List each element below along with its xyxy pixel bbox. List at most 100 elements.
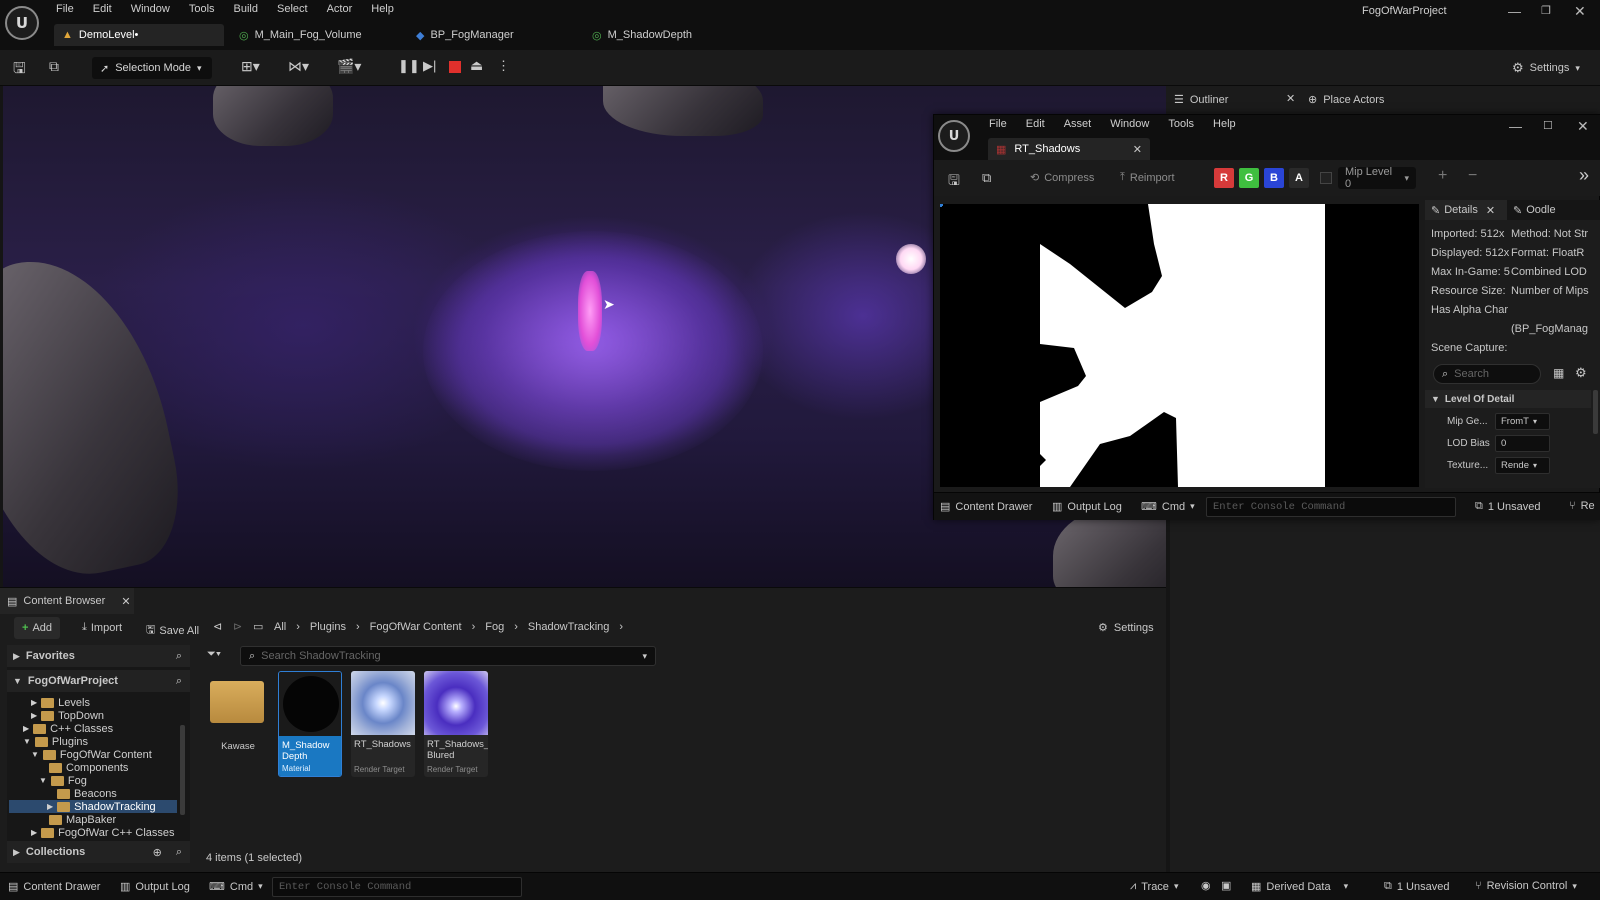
tree-item-fogofwar-cpp-classes[interactable]: ▶ FogOfWar C++ Classes <box>31 826 175 839</box>
texture-viewport[interactable] <box>940 204 1419 487</box>
search-icon[interactable]: ⌕ <box>176 846 182 859</box>
menu-actor[interactable]: Actor <box>327 3 353 15</box>
breadcrumb-item[interactable]: FogOfWar Content <box>370 621 462 633</box>
save-icon[interactable]: 🖫 <box>13 58 26 83</box>
maximize-icon[interactable]: ☐ <box>1543 119 1553 132</box>
tree-item-topdown[interactable]: ▶ TopDown <box>31 709 104 722</box>
gear-icon[interactable]: ⚙ <box>1575 365 1587 381</box>
minimize-icon[interactable]: — <box>1509 119 1522 134</box>
breadcrumb-item[interactable]: Plugins <box>310 621 346 633</box>
close-icon[interactable]: ✕ <box>1577 118 1589 135</box>
browse-icon[interactable]: ⧉ <box>49 58 59 75</box>
more-options-icon[interactable]: ⋮ <box>497 58 510 74</box>
tab-rt-shadows[interactable]: ▦ RT_Shadows ✕ <box>988 138 1150 160</box>
add-collection-icon[interactable]: ⊕ <box>153 846 162 859</box>
breadcrumb-item[interactable]: ShadowTracking <box>528 621 610 633</box>
mip-checkbox[interactable] <box>1320 172 1332 184</box>
menu-file[interactable]: File <box>989 118 1007 130</box>
close-tab-icon[interactable]: ✕ <box>1133 143 1142 156</box>
breadcrumb-item[interactable]: Fog <box>485 621 504 633</box>
cmd-dropdown[interactable]: ⌨ Cmd ▾ <box>1141 500 1195 514</box>
browse-icon[interactable]: ⧉ <box>982 170 991 186</box>
history-back-icon[interactable]: ⊲ <box>213 620 222 633</box>
zoom-in-icon[interactable]: + <box>1438 167 1447 185</box>
selection-mode-dropdown[interactable]: ➚ Selection Mode ▾ <box>92 57 212 79</box>
search-icon[interactable]: ⌕ <box>176 675 182 688</box>
compress-button[interactable]: ⟲ Compress <box>1030 171 1094 185</box>
details-search-input[interactable]: ⌕ Search <box>1433 364 1541 384</box>
revision-control-button[interactable]: ⑂ Re <box>1569 500 1595 512</box>
unsaved-button[interactable]: ⧉ 1 Unsaved <box>1384 880 1449 893</box>
trace-dropdown[interactable]: ⩘ Trace ▾ <box>1130 880 1178 893</box>
breadcrumb-item[interactable]: All <box>274 621 286 633</box>
texture-group-dropdown[interactable]: Rende ▾ <box>1495 456 1550 474</box>
save-icon[interactable]: 🖫 <box>948 170 960 194</box>
tree-item-mapbaker[interactable]: MapBaker <box>49 813 116 826</box>
collections-header[interactable]: ▶ Collections ⊕ ⌕ <box>7 841 190 863</box>
eject-icon[interactable]: ⏏ <box>470 57 483 74</box>
filter-icon[interactable]: ⏷▾ <box>207 648 221 661</box>
save-all-button[interactable]: 🖫 Save All <box>146 621 199 640</box>
add-actor-icon[interactable]: ⊞▾ <box>241 58 260 75</box>
settings-button[interactable]: ⚙ Settings ▾ <box>1512 60 1580 76</box>
step-icon[interactable]: ▶| <box>423 58 436 74</box>
console-command-input[interactable]: Enter Console Command <box>272 877 522 897</box>
reimport-button[interactable]: ⤒ Reimport <box>1120 171 1175 184</box>
project-root-header[interactable]: ▼ FogOfWarProject ⌕ <box>7 670 190 692</box>
zoom-out-icon[interactable]: − <box>1468 167 1477 185</box>
menu-help[interactable]: Help <box>371 3 394 15</box>
tree-scrollbar[interactable] <box>180 725 185 815</box>
output-log-button[interactable]: ▥ Output Log <box>120 880 190 894</box>
tab-outliner[interactable]: ☰ Outliner <box>1174 93 1304 107</box>
expand-toolbar-icon[interactable]: » <box>1579 165 1589 186</box>
channel-r-toggle[interactable]: R <box>1214 168 1234 188</box>
search-icon[interactable]: ⌕ <box>176 650 182 663</box>
asset-tile-rt-shadows[interactable]: RT_Shadows Render Target <box>351 671 415 777</box>
menu-tools[interactable]: Tools <box>189 3 215 15</box>
menu-select[interactable]: Select <box>277 3 308 15</box>
screenshot-icon[interactable]: ▣ <box>1221 879 1231 892</box>
menu-help[interactable]: Help <box>1213 118 1236 130</box>
tree-item-shadowtracking[interactable]: ▶ ShadowTracking <box>9 800 177 813</box>
tree-item-fogofwar-content[interactable]: ▼ FogOfWar Content <box>31 748 152 761</box>
channel-a-toggle[interactable]: A <box>1289 168 1309 188</box>
tree-item-cpp-classes[interactable]: ▶ C++ Classes <box>23 722 113 735</box>
content-browser-settings-button[interactable]: ⚙ Settings <box>1098 621 1154 635</box>
record-icon[interactable]: ◉ <box>1201 879 1211 892</box>
menu-edit[interactable]: Edit <box>1026 118 1045 130</box>
asset-tile-rt-shadows-blured[interactable]: RT_Shadows_ Blured Render Target <box>424 671 488 777</box>
mip-level-dropdown[interactable]: Mip Level 0 ▾ <box>1338 166 1416 190</box>
tree-item-plugins[interactable]: ▼ Plugins <box>23 735 88 748</box>
asset-tile-m-shadow-depth[interactable]: M_Shadow Depth Material <box>278 671 342 777</box>
import-button[interactable]: ⤓ Import <box>82 621 122 634</box>
tab-content-browser[interactable]: ▤ Content Browser ✕ <box>0 588 134 614</box>
content-drawer-button[interactable]: ▤ Content Drawer <box>8 880 100 894</box>
close-tab-icon[interactable]: ✕ <box>1486 204 1495 217</box>
content-drawer-button[interactable]: ▤ Content Drawer <box>940 500 1032 514</box>
menu-window[interactable]: Window <box>1110 118 1149 130</box>
tab-m-shadowdepth[interactable]: ◎ M_ShadowDepth <box>584 24 754 46</box>
close-tab-icon[interactable]: ✕ <box>1286 92 1295 105</box>
output-log-button[interactable]: ▥ Output Log <box>1052 500 1122 514</box>
lod-bias-input[interactable]: 0 <box>1495 434 1550 452</box>
details-scrollbar[interactable] <box>1593 390 1598 434</box>
menu-asset[interactable]: Asset <box>1064 118 1092 130</box>
menu-tools[interactable]: Tools <box>1168 118 1194 130</box>
asset-tile-kawase[interactable]: Kawase <box>206 671 270 777</box>
unreal-logo-icon[interactable]: U <box>5 6 39 40</box>
restore-icon[interactable]: ❐ <box>1541 4 1551 17</box>
console-command-input[interactable]: Enter Console Command <box>1206 497 1456 517</box>
favorites-header[interactable]: ▶ Favorites ⌕ <box>7 645 190 667</box>
tree-item-fog[interactable]: ▼ Fog <box>39 774 87 787</box>
tree-item-levels[interactable]: ▶ Levels <box>31 696 90 709</box>
asset-search-input[interactable]: ⌕ Search ShadowTracking ▾ <box>240 646 656 666</box>
menu-build[interactable]: Build <box>234 3 258 15</box>
tree-item-components[interactable]: Components <box>49 761 128 774</box>
unsaved-button[interactable]: ⧉ 1 Unsaved <box>1475 500 1540 513</box>
stop-icon[interactable] <box>449 61 461 73</box>
pause-icon[interactable]: ❚❚ <box>398 58 420 74</box>
add-button[interactable]: + Add <box>14 617 61 639</box>
close-tab-icon[interactable]: ✕ <box>121 595 130 608</box>
menu-edit[interactable]: Edit <box>93 3 112 15</box>
tab-details[interactable]: ✎ Details ✕ <box>1425 200 1507 220</box>
